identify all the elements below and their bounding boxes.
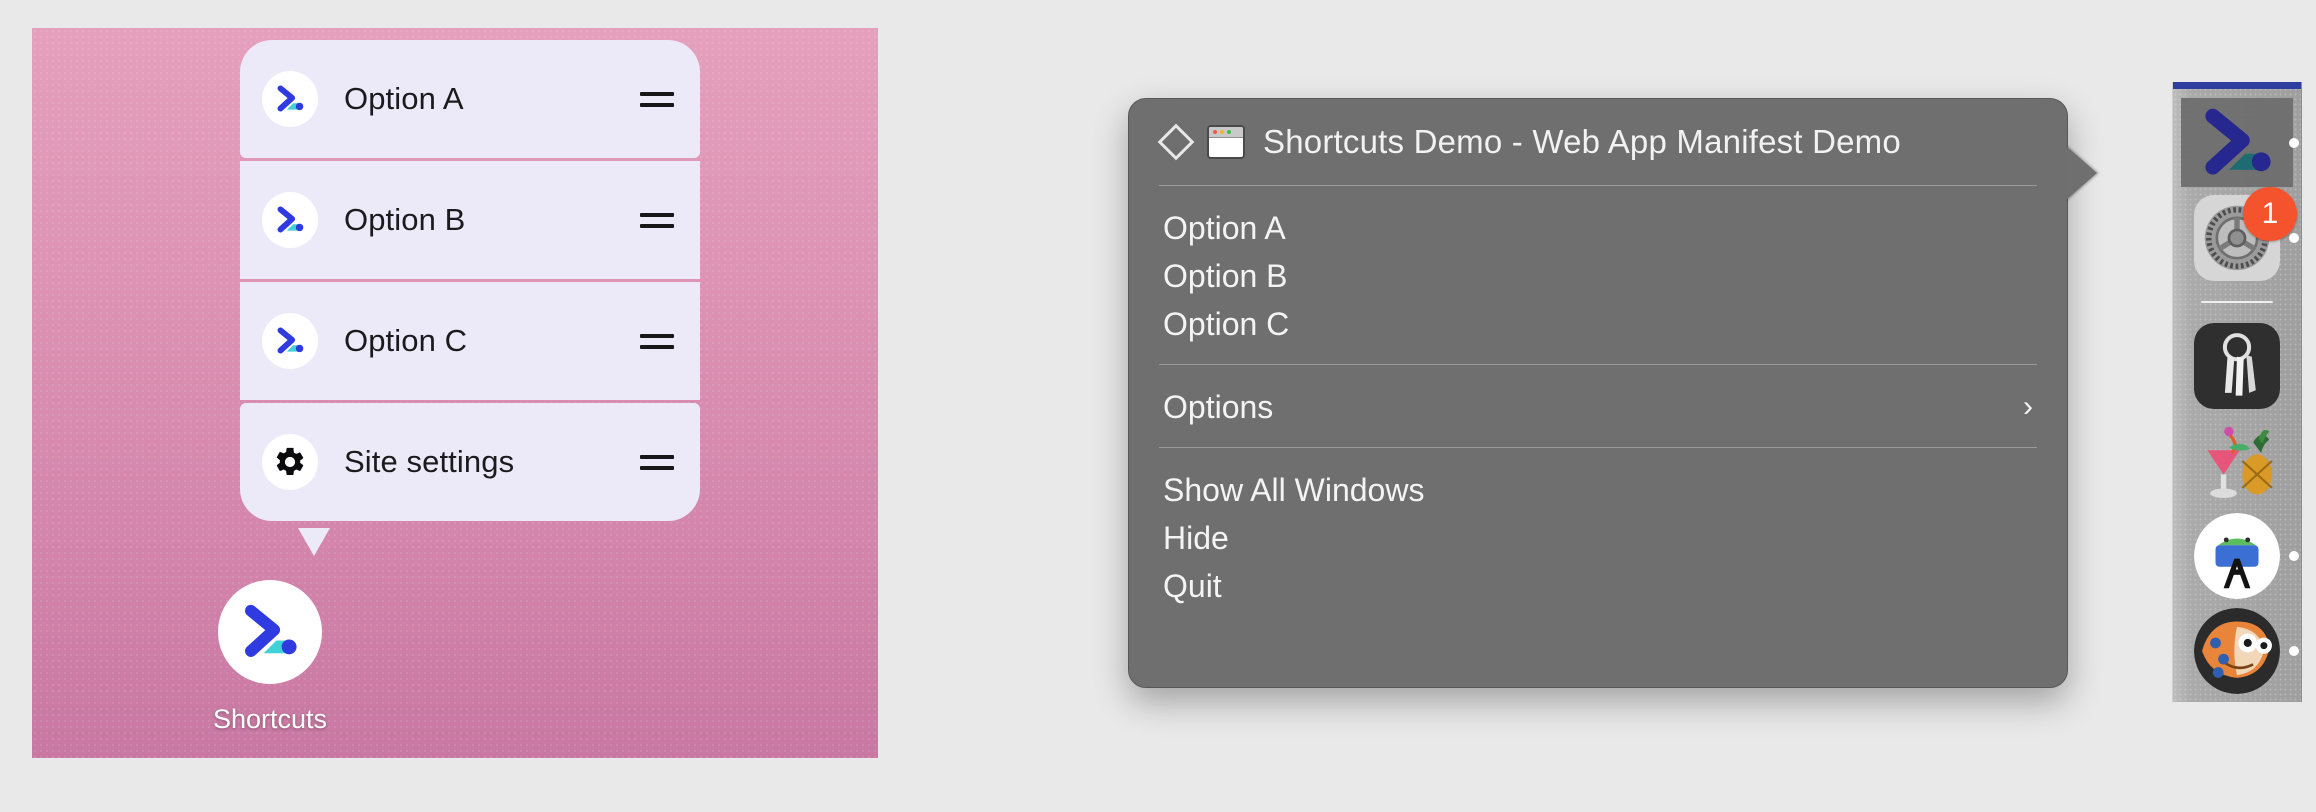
menu-item-options[interactable]: Options ›: [1129, 383, 2067, 431]
app-launcher-label: Shortcuts: [213, 704, 327, 735]
running-indicator-dot: [2289, 551, 2299, 561]
dock: 1: [2172, 82, 2302, 702]
menu-item-option-b[interactable]: Option B: [1129, 252, 2067, 300]
shortcuts-logo-icon: [262, 71, 318, 127]
running-indicator-dot: [2289, 233, 2299, 243]
diamond-icon: [1158, 124, 1195, 161]
dock-item-system-settings[interactable]: 1: [2181, 193, 2293, 282]
menu-item-label: Show All Windows: [1163, 472, 1424, 509]
drag-handle-icon[interactable]: [640, 452, 674, 472]
dock-item-keychain-access[interactable]: [2181, 321, 2293, 410]
menu-item-label: Hide: [1163, 520, 1229, 557]
dock-item-shortcuts[interactable]: [2181, 98, 2293, 187]
shortcuts-logo-icon: [262, 313, 318, 369]
menu-item-option-c[interactable]: Option C: [1129, 300, 2067, 348]
dock-context-menu: Shortcuts Demo - Web App Manifest Demo O…: [1128, 98, 2068, 688]
app-launcher-shortcuts[interactable]: Shortcuts: [180, 580, 360, 735]
android-shortcuts-preview: Option A Option B Opti: [32, 28, 878, 758]
dock-context-menu-wrapper: Shortcuts Demo - Web App Manifest Demo O…: [1128, 98, 2068, 688]
dock-item-tropical-drink[interactable]: [2181, 416, 2293, 505]
menu-header: Shortcuts Demo - Web App Manifest Demo: [1129, 99, 2067, 181]
menu-divider: [1159, 447, 2037, 448]
menu-group-window: Show All Windows Hide Quit: [1129, 452, 2067, 622]
menu-item-label: Quit: [1163, 568, 1222, 605]
shortcut-row[interactable]: Option B: [240, 161, 700, 279]
shortcut-row[interactable]: Option A: [240, 40, 700, 158]
chevron-right-icon: ›: [2023, 392, 2033, 422]
keychain-keys-icon: [2194, 323, 2280, 409]
menu-item-label: Options: [1163, 389, 1273, 426]
menu-pointer-arrow: [2065, 145, 2097, 201]
shortcut-row[interactable]: Option C: [240, 282, 700, 400]
window-icon: [1207, 125, 1245, 159]
dock-top-window-strip: [2173, 82, 2301, 89]
shortcut-row-site-settings[interactable]: Site settings: [240, 403, 700, 521]
dock-item-gimp[interactable]: [2181, 607, 2293, 696]
shortcut-row-label: Option B: [344, 202, 640, 238]
android-ai-icon: [2194, 513, 2280, 599]
menu-divider: [1159, 364, 2037, 365]
gimp-wilber-icon: [2194, 608, 2280, 694]
menu-title: Shortcuts Demo - Web App Manifest Demo: [1263, 123, 1901, 161]
drag-handle-icon[interactable]: [640, 89, 674, 109]
gear-icon: [262, 434, 318, 490]
menu-item-show-all-windows[interactable]: Show All Windows: [1129, 466, 2067, 514]
shortcuts-logo-icon: [218, 580, 322, 684]
shortcuts-logo-icon: [262, 192, 318, 248]
shortcut-row-label: Option C: [344, 323, 640, 359]
menu-item-option-a[interactable]: Option A: [1129, 204, 2067, 252]
menu-item-label: Option B: [1163, 258, 1288, 295]
shortcuts-logo-icon: [2194, 100, 2280, 186]
menu-group-options: Options ›: [1129, 369, 2067, 443]
menu-group-shortcuts: Option A Option B Option C: [1129, 190, 2067, 360]
menu-item-label: Option C: [1163, 306, 1289, 343]
running-indicator-dot: [2289, 138, 2299, 148]
drag-handle-icon[interactable]: [640, 331, 674, 351]
dock-item-android-studio[interactable]: [2181, 511, 2293, 600]
menu-item-quit[interactable]: Quit: [1129, 562, 2067, 610]
pineapple-cocktail-icon: [2194, 418, 2280, 504]
shortcut-popup-list: Option A Option B Opti: [240, 40, 700, 521]
menu-item-label: Option A: [1163, 210, 1286, 247]
running-indicator-dot: [2289, 646, 2299, 656]
popup-tail-arrow: [298, 528, 330, 556]
menu-item-hide[interactable]: Hide: [1129, 514, 2067, 562]
drag-handle-icon[interactable]: [640, 210, 674, 230]
notification-badge: 1: [2243, 187, 2297, 241]
shortcut-row-label: Site settings: [344, 444, 640, 480]
dock-separator: [2201, 301, 2273, 303]
menu-divider: [1159, 185, 2037, 186]
shortcut-row-label: Option A: [344, 81, 640, 117]
